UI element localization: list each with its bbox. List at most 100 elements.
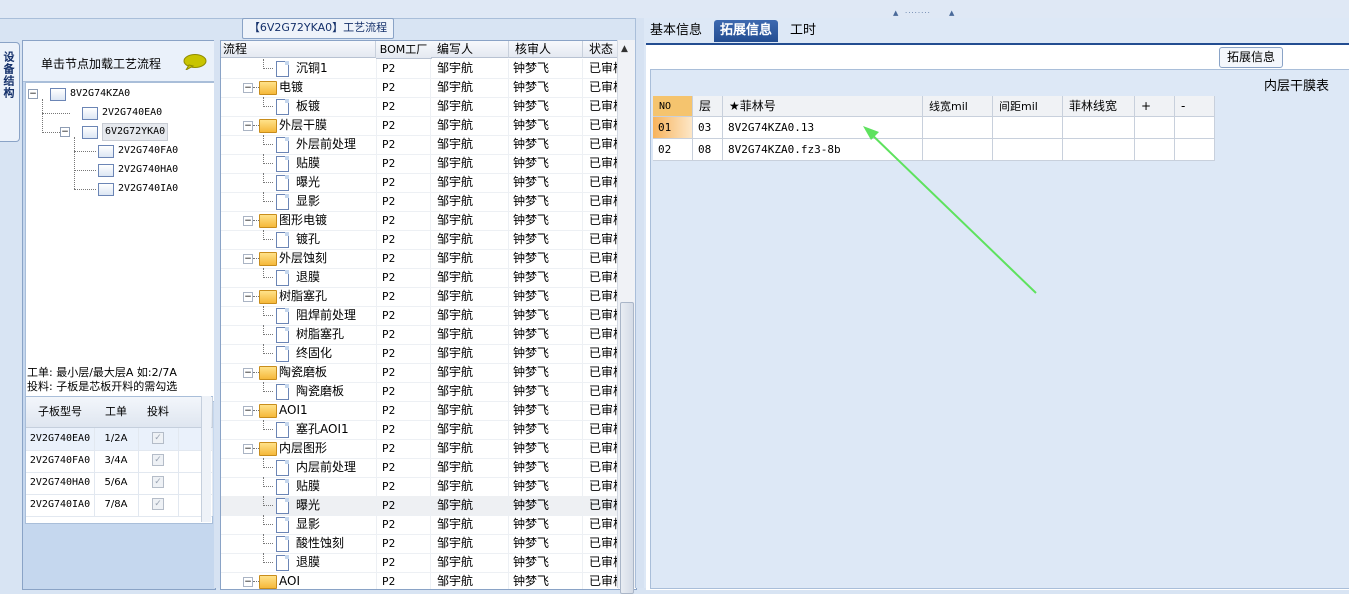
process-row[interactable]: 退膜 P2邹宇航钟梦飞已审核 [221, 553, 619, 573]
process-scrollbar[interactable]: ▲ [617, 40, 635, 594]
process-name-cell[interactable]: − 外层蚀刻 [221, 249, 377, 268]
tree-node[interactable]: 2V2G740EA0 [82, 104, 232, 122]
process-name-cell[interactable]: − 电镀 [221, 78, 377, 97]
extended-info-subtab[interactable]: 拓展信息 [1219, 47, 1283, 68]
tree-expander-icon[interactable]: − [243, 577, 253, 587]
tree-expander-icon[interactable]: − [243, 406, 253, 416]
process-row[interactable]: 酸性蚀刻 P2邹宇航钟梦飞已审核 [221, 534, 619, 554]
process-name-cell[interactable]: − 陶瓷磨板 [221, 363, 377, 382]
process-name-cell[interactable]: − AOI [221, 572, 377, 589]
process-name-cell[interactable]: 板镀 [221, 97, 377, 116]
tree-expander-icon[interactable]: − [243, 368, 253, 378]
process-name-cell[interactable]: 外层前处理 [221, 135, 377, 154]
device-structure-tab[interactable]: 设备结构 [0, 42, 20, 142]
process-name-cell[interactable]: − 外层干膜 [221, 116, 377, 135]
process-row[interactable]: − 图形电镀 P2邹宇航钟梦飞已审核 [221, 211, 619, 231]
checkbox-icon[interactable]: ✓ [152, 454, 164, 466]
process-row[interactable]: 退膜 P2邹宇航钟梦飞已审核 [221, 268, 619, 288]
tree-expander-icon[interactable]: − [243, 121, 253, 131]
tab-extended-info[interactable]: 拓展信息 [714, 20, 779, 42]
process-row[interactable]: 贴膜 P2邹宇航钟梦飞已审核 [221, 477, 619, 497]
process-name-cell[interactable]: − 图形电镀 [221, 211, 377, 230]
process-row[interactable]: 树脂塞孔 P2邹宇航钟梦飞已审核 [221, 325, 619, 345]
process-row[interactable]: − 外层干膜 P2邹宇航钟梦飞已审核 [221, 116, 619, 136]
process-scroll-thumb[interactable] [620, 302, 634, 594]
col-header-writer[interactable]: 编写人 [431, 41, 509, 58]
checkbox-icon[interactable]: ✓ [152, 476, 164, 488]
process-name-cell[interactable]: − 树脂塞孔 [221, 287, 377, 306]
tree-node[interactable]: 8V2G74KZA0 [50, 85, 200, 103]
process-row[interactable]: − 内层图形 P2邹宇航钟梦飞已审核 [221, 439, 619, 459]
board-feed-cell[interactable]: ✓ [138, 472, 179, 494]
tree-expander-icon[interactable]: − [28, 89, 38, 99]
process-title-tab[interactable]: 【6V2G72YKA0】工艺流程 [242, 18, 394, 39]
process-name-cell[interactable]: − AOI1 [221, 401, 377, 420]
splitter-grip[interactable]: ▲ ········ ▲ [893, 10, 957, 17]
board-row[interactable]: 2V2G740EA0 1/2A ✓ [26, 428, 213, 451]
process-name-cell[interactable]: 阻焊前处理 [221, 306, 377, 325]
process-name-cell[interactable]: 树脂塞孔 [221, 325, 377, 344]
process-row[interactable]: 终固化 P2邹宇航钟梦飞已审核 [221, 344, 619, 364]
process-name-cell[interactable]: 贴膜 [221, 154, 377, 173]
process-row[interactable]: 沉铜1 P2邹宇航钟梦飞已审核 [221, 59, 619, 79]
col-header-bom-factory[interactable]: BOM工厂 [376, 41, 432, 59]
structure-tree[interactable]: 8V2G74KZA0 2V2G740EA0 6V2G72YKA0 2V2G740FA0… [25, 82, 215, 402]
tree-node[interactable]: 6V2G72YKA0 [82, 123, 232, 141]
process-name-cell[interactable]: 退膜 [221, 553, 377, 572]
board-feed-cell[interactable]: ✓ [138, 450, 179, 472]
process-row[interactable]: − AOI1 P2邹宇航钟梦飞已审核 [221, 401, 619, 421]
col-header-status[interactable]: 状态 [583, 41, 619, 58]
process-name-cell[interactable]: 镀孔 [221, 230, 377, 249]
tree-expander-icon[interactable]: − [60, 127, 70, 137]
col-header-reviewer[interactable]: 核审人 [509, 41, 583, 58]
tree-expander-icon[interactable]: − [243, 444, 253, 454]
process-row[interactable]: − AOI P2邹宇航钟梦飞已审核 [221, 572, 619, 589]
process-name-cell[interactable]: 塞孔AOI1 [221, 420, 377, 439]
board-col-feed[interactable]: 投料 [138, 397, 179, 428]
process-name-cell[interactable]: 终固化 [221, 344, 377, 363]
board-col-model[interactable]: 子板型号 [26, 397, 95, 428]
process-row[interactable]: 阻焊前处理 P2邹宇航钟梦飞已审核 [221, 306, 619, 326]
process-row[interactable]: 内层前处理 P2邹宇航钟梦飞已审核 [221, 458, 619, 478]
board-table[interactable]: 子板型号 工单 投料 2V2G740EA0 1/2A ✓ 2V2G740FA0 3/4A… [25, 396, 213, 524]
board-feed-cell[interactable]: ✓ [138, 428, 179, 450]
process-row[interactable]: − 陶瓷磨板 P2邹宇航钟梦飞已审核 [221, 363, 619, 383]
process-row[interactable]: 陶瓷磨板 P2邹宇航钟梦飞已审核 [221, 382, 619, 402]
process-name-cell[interactable]: 酸性蚀刻 [221, 534, 377, 553]
board-row[interactable]: 2V2G740HA0 5/6A ✓ [26, 472, 213, 495]
board-row[interactable]: 2V2G740FA0 3/4A ✓ [26, 450, 213, 473]
process-name-cell[interactable]: − 内层图形 [221, 439, 377, 458]
process-row[interactable]: − 树脂塞孔 P2邹宇航钟梦飞已审核 [221, 287, 619, 307]
process-name-cell[interactable]: 陶瓷磨板 [221, 382, 377, 401]
process-grid[interactable]: 流程 BOM工厂 编写人 核审人 状态 沉铜1P2邹宇航钟梦飞已审核−电镀P2邹… [220, 40, 637, 590]
process-name-cell[interactable]: 曝光 [221, 173, 377, 192]
process-name-cell[interactable]: 退膜 [221, 268, 377, 287]
tree-expander-icon[interactable]: − [243, 83, 253, 93]
process-row[interactable]: 曝光 P2邹宇航钟梦飞已审核 [221, 173, 619, 193]
process-name-cell[interactable]: 显影 [221, 515, 377, 534]
process-row[interactable]: 镀孔 P2邹宇航钟梦飞已审核 [221, 230, 619, 250]
board-order-cell[interactable]: 3/4A [94, 450, 139, 472]
process-row[interactable]: − 外层蚀刻 P2邹宇航钟梦飞已审核 [221, 249, 619, 269]
process-name-cell[interactable]: 沉铜1 [221, 59, 377, 78]
process-row[interactable]: 板镀 P2邹宇航钟梦飞已审核 [221, 97, 619, 117]
board-row[interactable]: 2V2G740IA0 7/8A ✓ [26, 494, 213, 517]
process-row[interactable]: − 电镀 P2邹宇航钟梦飞已审核 [221, 78, 619, 98]
scroll-up-arrow-icon[interactable]: ▲ [621, 44, 628, 54]
board-feed-cell[interactable]: ✓ [138, 494, 179, 516]
process-row[interactable]: 外层前处理 P2邹宇航钟梦飞已审核 [221, 135, 619, 155]
checkbox-icon[interactable]: ✓ [152, 498, 164, 510]
board-order-cell[interactable]: 1/2A [94, 428, 139, 450]
col-header-process[interactable]: 流程 [221, 41, 376, 58]
checkbox-icon[interactable]: ✓ [152, 432, 164, 444]
board-order-cell[interactable]: 7/8A [94, 494, 139, 516]
process-row[interactable]: 显影 P2邹宇航钟梦飞已审核 [221, 192, 619, 212]
process-name-cell[interactable]: 内层前处理 [221, 458, 377, 477]
board-order-cell[interactable]: 5/6A [94, 472, 139, 494]
tree-expander-icon[interactable]: − [243, 216, 253, 226]
board-col-order[interactable]: 工单 [94, 397, 139, 428]
process-row[interactable]: 塞孔AOI1 P2邹宇航钟梦飞已审核 [221, 420, 619, 440]
process-name-cell[interactable]: 贴膜 [221, 477, 377, 496]
board-table-scrollbar[interactable] [201, 396, 211, 522]
process-row[interactable]: 显影 P2邹宇航钟梦飞已审核 [221, 515, 619, 535]
